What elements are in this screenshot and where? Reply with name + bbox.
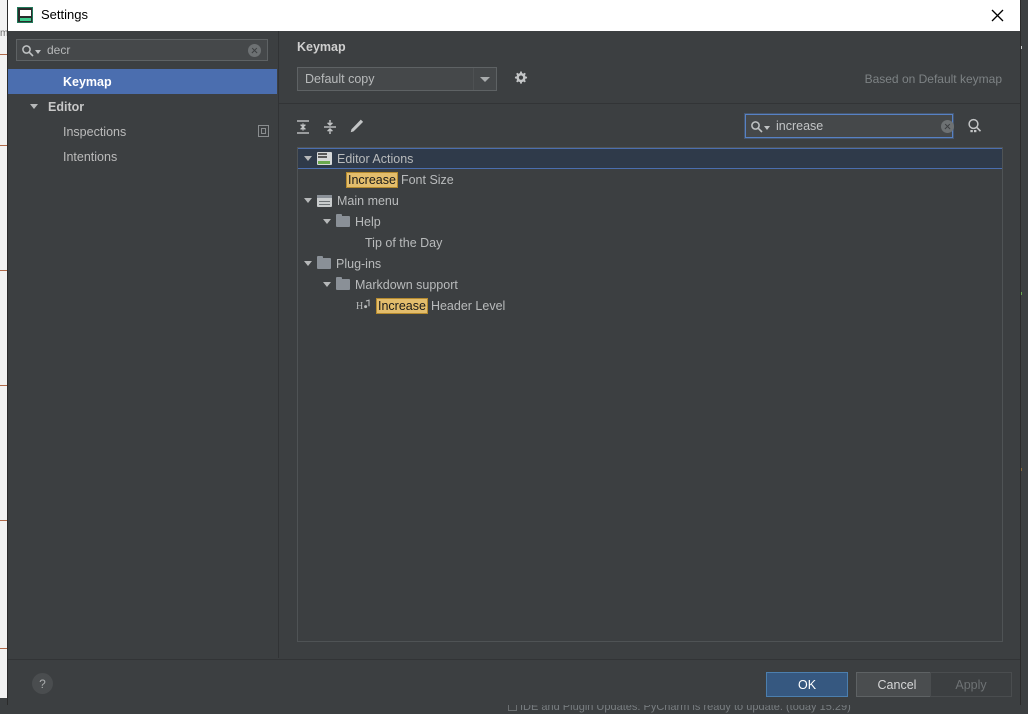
keymap-profile-select[interactable]: Default copy — [297, 67, 497, 91]
tree-row[interactable]: Editor Actions — [298, 148, 1002, 169]
search-match-highlight: Increase — [376, 297, 428, 314]
copy-settings-icon[interactable] — [258, 125, 269, 137]
keymap-toolbar — [279, 111, 1020, 143]
sidebar-item-label: Keymap — [63, 74, 112, 89]
apply-button: Apply — [930, 672, 1012, 697]
dialog-footer: ? OK Cancel Apply — [8, 659, 1020, 705]
chevron-down-icon[interactable] — [323, 282, 331, 287]
clear-icon[interactable] — [248, 43, 261, 57]
sidebar-item-label: Editor — [48, 99, 85, 114]
tree-row[interactable]: Plug-ins — [298, 253, 1002, 274]
folder-icon — [336, 277, 350, 290]
expand-all-icon[interactable] — [291, 115, 315, 139]
find-by-shortcut-icon[interactable] — [965, 116, 985, 136]
dialog-title-bar: Settings — [8, 0, 1020, 32]
pycharm-icon — [17, 7, 33, 23]
settings-category-tree: Keymap Editor Inspections Intentions — [8, 69, 277, 658]
clear-icon[interactable] — [941, 119, 954, 133]
sidebar-item-keymap[interactable]: Keymap — [8, 69, 277, 94]
tree-row-label: Help — [355, 214, 381, 229]
tree-row-label: Main menu — [337, 193, 399, 208]
sidebar-item-label: Inspections — [63, 124, 127, 139]
tree-row-label: Font Size — [400, 172, 454, 187]
sidebar-search-field[interactable] — [16, 39, 268, 61]
help-icon[interactable]: ? — [32, 673, 53, 694]
sidebar-item-intentions[interactable]: Intentions — [8, 144, 277, 169]
tree-row[interactable]: H Increase Header Level — [298, 295, 1002, 316]
dialog-title: Settings — [41, 7, 88, 22]
cancel-button[interactable]: Cancel — [856, 672, 938, 697]
tree-row-label: Header Level — [430, 298, 506, 313]
sidebar-item-editor[interactable]: Editor — [8, 94, 277, 119]
collapse-all-icon[interactable] — [318, 115, 342, 139]
ok-button[interactable]: OK — [766, 672, 848, 697]
chevron-down-icon[interactable] — [473, 68, 496, 90]
tree-row[interactable]: Tip of the Day — [298, 232, 1002, 253]
tree-row-label: Tip of the Day — [365, 235, 443, 250]
svg-text:H: H — [356, 301, 363, 312]
tree-row-label: Plug-ins — [336, 256, 382, 271]
search-match-highlight: Increase — [346, 171, 398, 188]
chevron-down-icon[interactable] — [323, 219, 331, 224]
tree-row[interactable]: Markdown support — [298, 274, 1002, 295]
main-menu-icon — [317, 194, 332, 207]
sidebar-search-input[interactable] — [43, 41, 248, 59]
keymap-search-field[interactable] — [745, 114, 954, 138]
keymap-search-input[interactable] — [772, 117, 941, 135]
panel-divider — [279, 103, 1020, 104]
sidebar-item-inspections[interactable]: Inspections — [8, 119, 277, 144]
sidebar-item-label: Intentions — [63, 149, 118, 164]
pencil-icon[interactable] — [344, 115, 368, 139]
ide-background-text: m — [0, 28, 8, 39]
tree-row-label: Markdown support — [355, 277, 458, 292]
dialog-body: Keymap Editor Inspections Intentions Key… — [8, 31, 1020, 705]
chevron-down-icon[interactable] — [304, 261, 312, 266]
chevron-down-icon[interactable] — [304, 198, 312, 203]
search-icon — [750, 120, 770, 133]
editor-actions-icon — [317, 152, 332, 165]
tree-row-label: Editor Actions — [337, 151, 414, 166]
based-on-keymap-label: Based on Default keymap — [864, 72, 1002, 86]
tree-row[interactable]: Increase Font Size — [298, 169, 1002, 190]
keymap-panel: Keymap Default copy Based on Default key… — [279, 31, 1020, 658]
gear-icon[interactable] — [511, 69, 531, 89]
folder-icon — [336, 214, 350, 227]
chevron-down-icon[interactable] — [304, 156, 312, 161]
tree-row[interactable]: Main menu — [298, 190, 1002, 211]
close-icon[interactable] — [975, 0, 1020, 31]
folder-icon — [317, 256, 331, 269]
page-title: Keymap — [297, 40, 346, 54]
tree-row[interactable]: Help — [298, 211, 1002, 232]
settings-sidebar: Keymap Editor Inspections Intentions — [8, 31, 279, 658]
settings-dialog: Settings decr Keymap Editor Inspections … — [8, 0, 1020, 705]
header-level-icon: H — [356, 299, 371, 312]
keymap-actions-tree[interactable]: Editor Actions Increase Font Size Main m… — [297, 147, 1003, 642]
keymap-profile-value: Default copy — [305, 72, 375, 86]
chevron-down-icon[interactable] — [30, 104, 38, 109]
search-icon — [21, 44, 41, 57]
